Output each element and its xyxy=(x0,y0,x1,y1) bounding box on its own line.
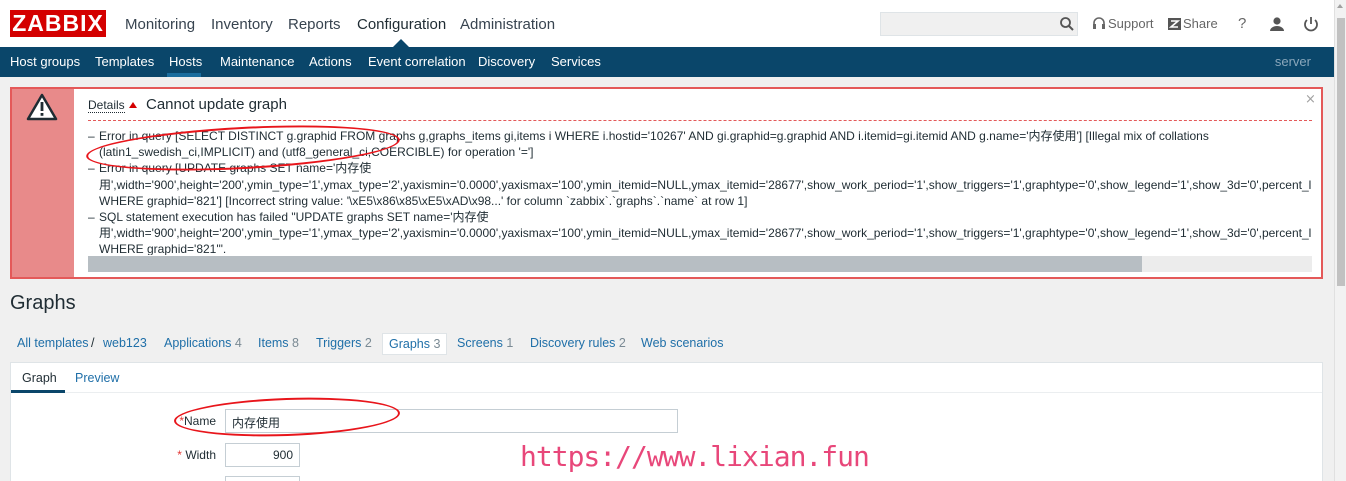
breadcrumb-items[interactable]: Items 8 xyxy=(258,336,299,350)
error-scrollbar-thumb[interactable] xyxy=(88,256,1142,272)
breadcrumb-count: 2 xyxy=(618,336,626,350)
subnav-hosts[interactable]: Hosts xyxy=(169,54,202,69)
tab-preview[interactable]: Preview xyxy=(75,371,119,385)
support-link[interactable]: Support xyxy=(1108,16,1154,31)
breadcrumb-count: 1 xyxy=(506,336,514,350)
active-tab-indicator xyxy=(11,390,65,393)
subnav-templates[interactable]: Templates xyxy=(95,54,154,69)
share-icon[interactable] xyxy=(1168,15,1181,33)
menu-monitoring[interactable]: Monitoring xyxy=(125,16,195,33)
error-detail-item: – Error in query [UPDATE graphs SET name… xyxy=(88,160,1312,209)
breadcrumb-label[interactable]: Items xyxy=(258,336,289,350)
subnav-event-correlation[interactable]: Event correlation xyxy=(368,54,466,69)
breadcrumb-count: 8 xyxy=(292,336,299,350)
list-dash: – xyxy=(88,161,95,176)
error-detail-item: – SQL statement execution has failed "UP… xyxy=(88,209,1312,255)
error-icon-strip xyxy=(12,89,74,277)
subnav-maintenance[interactable]: Maintenance xyxy=(220,54,294,69)
breadcrumb-discovery-rules[interactable]: Discovery rules 2 xyxy=(530,336,626,350)
search-icon[interactable] xyxy=(1059,16,1075,32)
sub-navigation: Host groups Templates Hosts Maintenance … xyxy=(0,47,1334,77)
width-field[interactable]: 900 xyxy=(225,443,300,467)
active-menu-indicator xyxy=(393,39,409,47)
breadcrumb-template[interactable]: web123 xyxy=(103,336,147,350)
breadcrumb-web-scenarios[interactable]: Web scenarios xyxy=(641,336,723,350)
breadcrumb-triggers[interactable]: Triggers 2 xyxy=(316,336,372,350)
error-separator xyxy=(88,120,1312,121)
breadcrumb-count: 4 xyxy=(234,336,242,350)
breadcrumb-screens[interactable]: Screens 1 xyxy=(457,336,513,350)
close-icon[interactable]: × xyxy=(1305,92,1316,107)
form-tabs: Graph Preview xyxy=(11,363,1322,393)
headset-icon[interactable] xyxy=(1092,15,1106,33)
required-mark: * xyxy=(177,448,182,462)
warning-icon xyxy=(26,93,58,121)
active-subnav-indicator xyxy=(167,73,201,77)
watermark-url: https://www.lixian.fun xyxy=(520,440,870,473)
tab-graph[interactable]: Graph xyxy=(22,371,57,385)
breadcrumb-count: 2 xyxy=(364,336,372,350)
search-input[interactable] xyxy=(880,12,1078,36)
breadcrumb-label[interactable]: Triggers xyxy=(316,336,361,350)
subnav-services[interactable]: Services xyxy=(551,54,601,69)
list-dash: – xyxy=(88,129,95,143)
menu-configuration[interactable]: Configuration xyxy=(357,16,446,33)
zabbix-logo[interactable]: ZABBIX xyxy=(10,10,106,37)
share-link[interactable]: Share xyxy=(1183,16,1218,31)
menu-reports[interactable]: Reports xyxy=(288,16,341,33)
menu-administration[interactable]: Administration xyxy=(460,16,555,33)
breadcrumb-count: 3 xyxy=(433,337,441,351)
top-header: ZABBIX Monitoring Inventory Reports Conf… xyxy=(0,0,1334,47)
list-dash: – xyxy=(88,210,95,225)
height-field[interactable] xyxy=(225,476,300,481)
breadcrumb-label[interactable]: Web scenarios xyxy=(641,336,723,350)
width-label-text: Width xyxy=(185,448,216,462)
error-horizontal-scrollbar[interactable] xyxy=(88,256,1312,272)
breadcrumb-label[interactable]: Graphs xyxy=(389,337,430,351)
error-title: Cannot update graph xyxy=(146,96,287,113)
error-detail-line: 用',width='900',height='200',ymin_type='1… xyxy=(99,226,1312,241)
breadcrumb-separator: / xyxy=(91,336,95,350)
page-title: Graphs xyxy=(10,292,76,314)
power-icon[interactable] xyxy=(1302,15,1320,33)
page-scrollbar-thumb[interactable] xyxy=(1337,18,1345,286)
subnav-host-groups[interactable]: Host groups xyxy=(10,54,80,69)
breadcrumb-all-templates[interactable]: All templates xyxy=(17,336,89,350)
error-detail-line: WHERE graphid='821'". xyxy=(99,242,227,255)
width-label: * Width xyxy=(161,448,216,462)
breadcrumb-label[interactable]: Applications xyxy=(164,336,231,350)
menu-inventory[interactable]: Inventory xyxy=(211,16,273,33)
error-detail-line: SQL statement execution has failed "UPDA… xyxy=(99,210,489,225)
subnav-discovery[interactable]: Discovery xyxy=(478,54,535,69)
subnav-actions[interactable]: Actions xyxy=(309,54,352,69)
breadcrumb-applications[interactable]: Applications 4 xyxy=(164,336,242,350)
user-profile-icon[interactable] xyxy=(1268,15,1286,33)
breadcrumb-label[interactable]: Screens xyxy=(457,336,503,350)
help-icon[interactable]: ? xyxy=(1238,15,1246,32)
error-message-box: Details Cannot update graph × – Error in… xyxy=(10,87,1323,279)
error-detail-line: WHERE graphid='821'] [Incorrect string v… xyxy=(99,193,748,208)
scroll-up-arrow-icon[interactable] xyxy=(1337,4,1343,8)
server-name: server xyxy=(1274,54,1311,69)
details-arrow-up-icon[interactable] xyxy=(129,102,137,108)
details-toggle[interactable]: Details xyxy=(88,98,125,113)
breadcrumb-label[interactable]: Discovery rules xyxy=(530,336,615,350)
breadcrumb-graphs[interactable]: Graphs 3 xyxy=(382,333,448,355)
page-scrollbar[interactable] xyxy=(1334,0,1346,481)
error-detail-line: 用',width='900',height='200',ymin_type='1… xyxy=(99,177,1312,192)
